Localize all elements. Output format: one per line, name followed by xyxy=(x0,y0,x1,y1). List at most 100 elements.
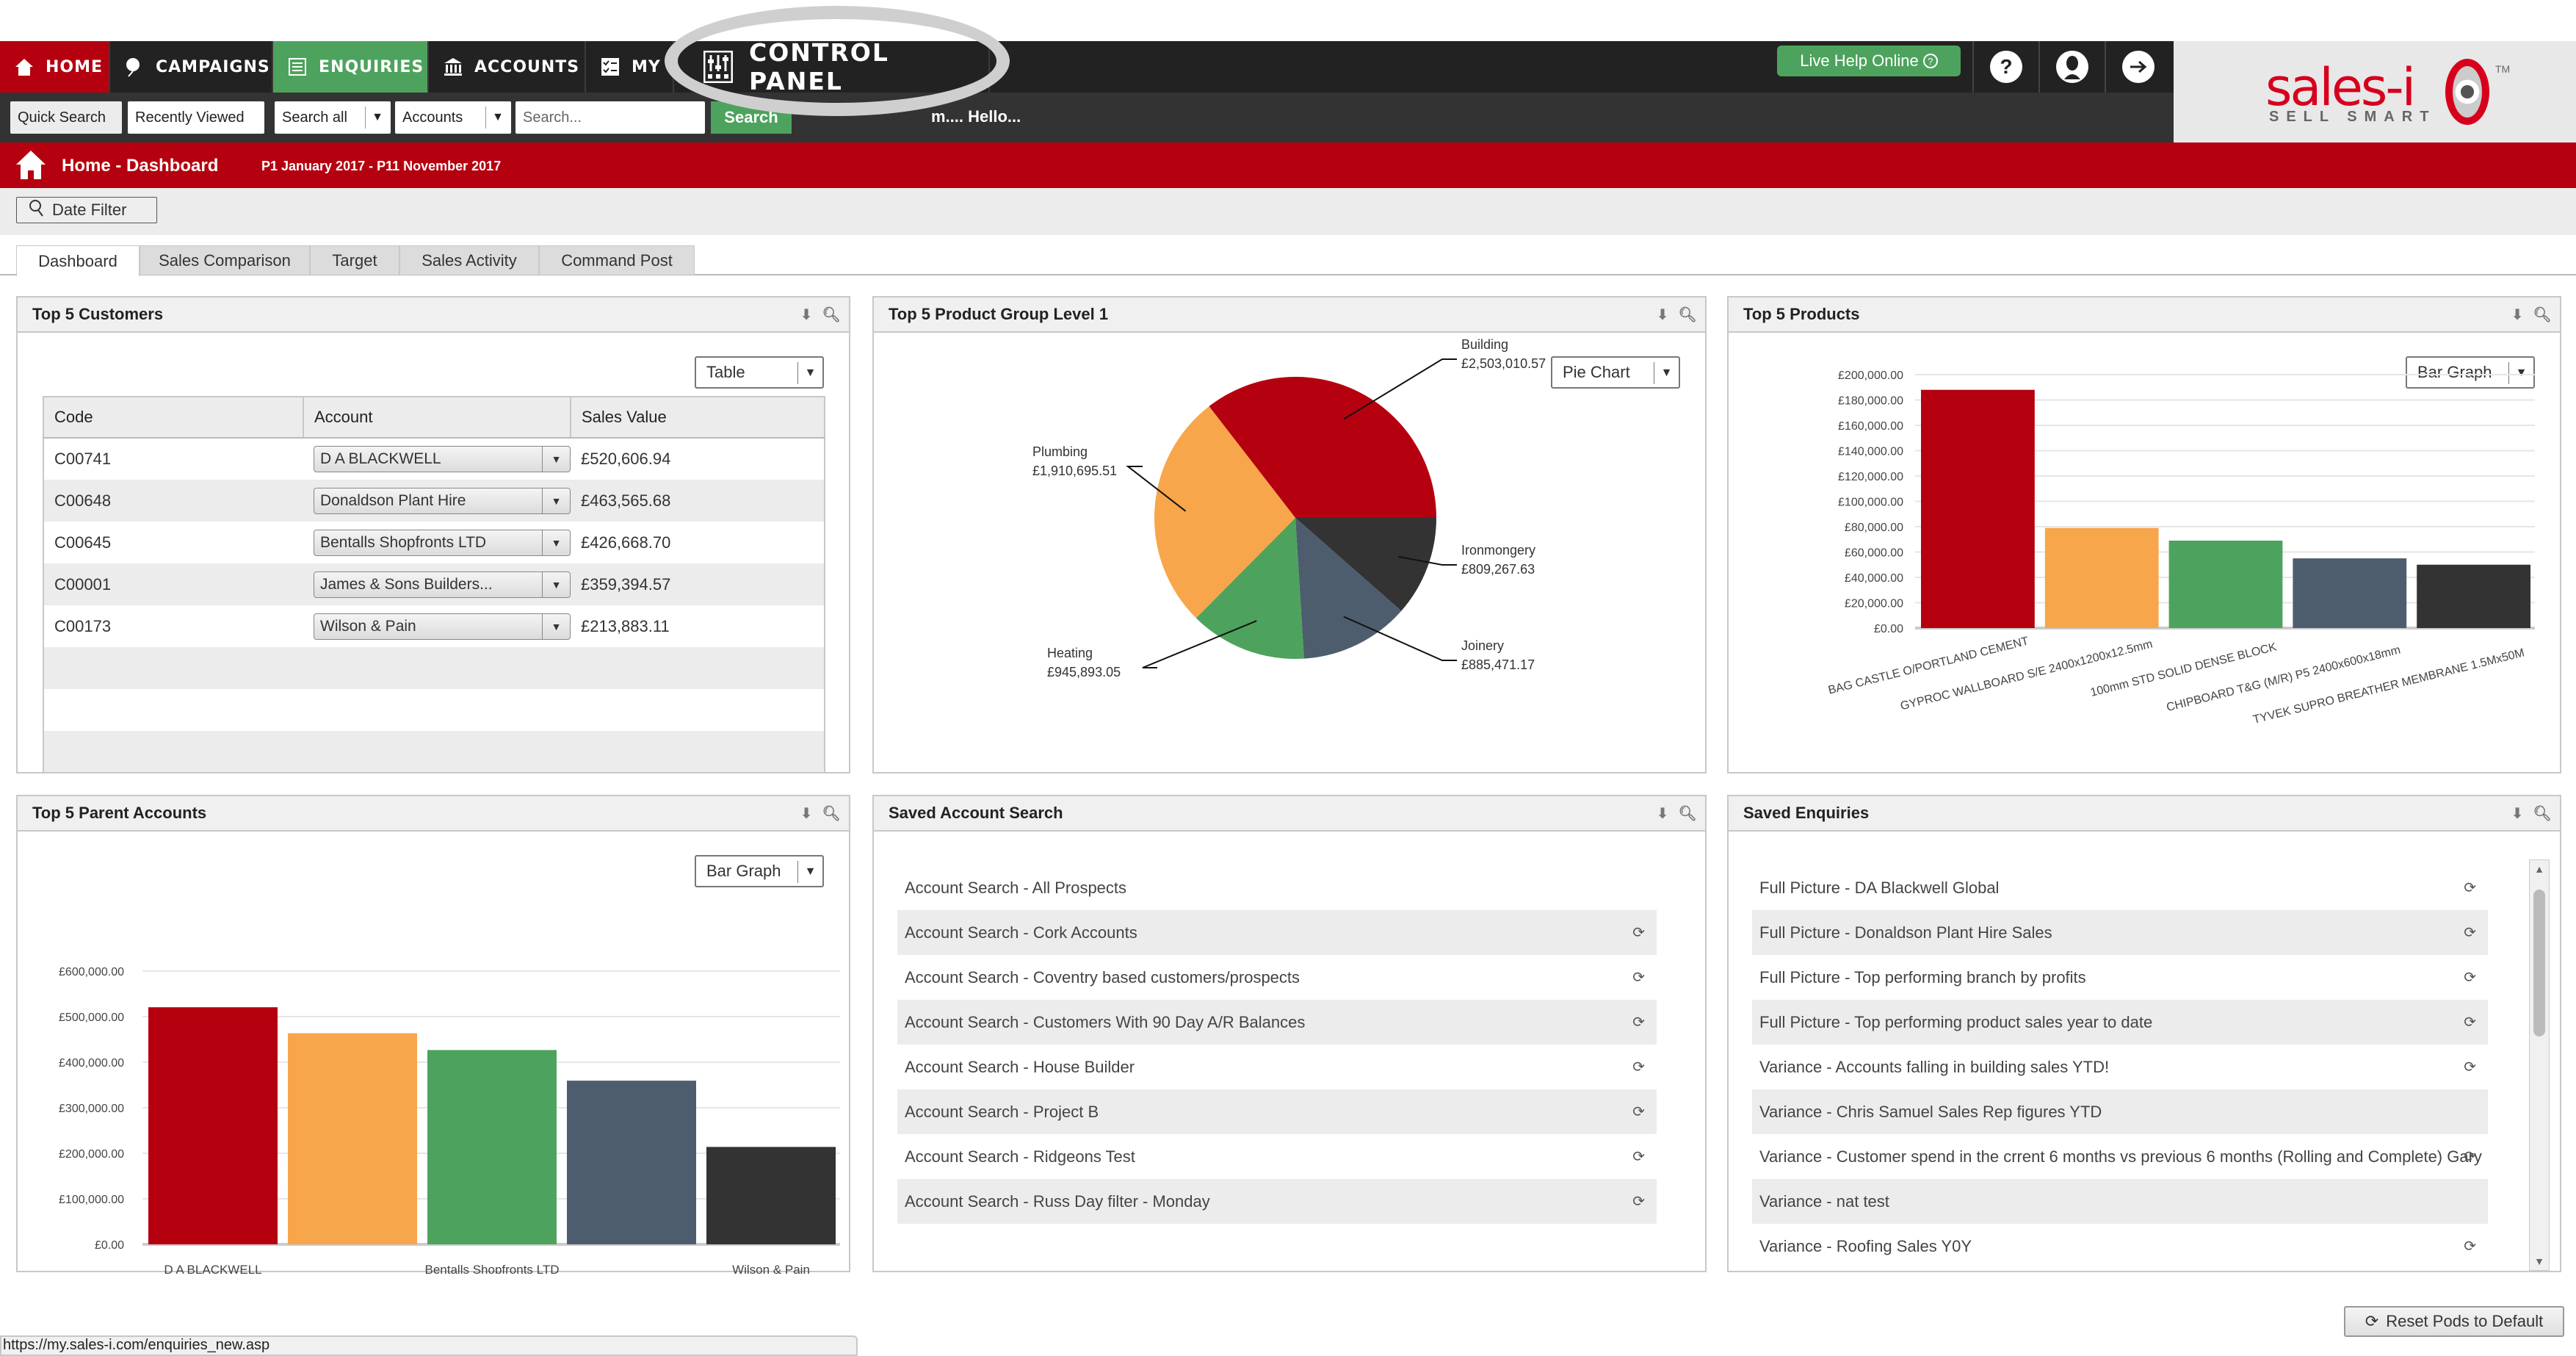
search-scope-select[interactable]: Search all ▼ xyxy=(275,101,391,134)
column-header-sales-value[interactable]: Sales Value xyxy=(571,397,825,439)
list-item[interactable]: Variance - nat test xyxy=(1752,1179,2488,1224)
pin-icon[interactable]: ⬇ xyxy=(1654,305,1671,324)
tab-target[interactable]: Target xyxy=(310,245,399,275)
list-item[interactable]: Account Search - Project B ⟳ xyxy=(897,1089,1657,1134)
refresh-icon[interactable]: ⟳ xyxy=(2464,879,2476,897)
view-type-value: Table xyxy=(706,363,745,381)
table-row[interactable]: C00173 Wilson & Pain ▼ £213,883.11 xyxy=(43,605,825,647)
refresh-icon: ⟳ xyxy=(2365,1312,2379,1330)
list-item[interactable]: Account Search - Russ Day filter - Monda… xyxy=(897,1179,1657,1224)
refresh-icon[interactable]: ⟳ xyxy=(1632,1103,1645,1121)
account-select[interactable]: Donaldson Plant Hire ▼ xyxy=(314,487,571,514)
pin-icon[interactable]: ⬇ xyxy=(1654,804,1671,823)
refresh-icon[interactable]: ⟳ xyxy=(1632,1192,1645,1211)
tab-dashboard[interactable]: Dashboard xyxy=(16,245,140,276)
list-item[interactable]: Variance - Roofing Sales Y0Y ⟳ xyxy=(1752,1224,2488,1269)
quick-search-button[interactable]: Quick Search xyxy=(10,101,122,134)
tab-sales-comparison[interactable]: Sales Comparison xyxy=(140,245,310,275)
table-row[interactable]: C00741 D A BLACKWELL ▼ £520,606.94 xyxy=(43,438,825,480)
help-button[interactable]: ? xyxy=(1972,41,2038,93)
refresh-icon[interactable]: ⟳ xyxy=(1632,968,1645,987)
list-item[interactable]: Full Picture - Top performing branch by … xyxy=(1752,955,2488,1000)
magnifier-icon[interactable]: 🔍︎ xyxy=(2533,305,2551,324)
search-scope-value: Search all xyxy=(282,109,347,126)
house-icon xyxy=(15,148,47,181)
list-item[interactable]: Variance - Accounts falling in building … xyxy=(1752,1045,2488,1089)
view-type-select[interactable]: Table ▼ xyxy=(695,356,824,389)
chevron-down-icon: ▼ xyxy=(542,447,570,472)
nav-control-panel[interactable]: CONTROL PANEL xyxy=(674,38,990,95)
pie-label-value: £945,893.05 xyxy=(1047,665,1121,679)
refresh-icon[interactable]: ⟳ xyxy=(1632,1147,1645,1166)
panel-header: Top 5 Products ⬇ 🔍︎ xyxy=(1729,297,2560,333)
table-row[interactable]: C00645 Bentalls Shopfronts LTD ▼ £426,668.7… xyxy=(43,522,825,563)
list-item[interactable]: Account Search - Cork Accounts ⟳ xyxy=(897,910,1657,955)
search-entity-select[interactable]: Accounts ▼ xyxy=(395,101,511,134)
refresh-icon[interactable]: ⟳ xyxy=(1632,923,1645,942)
scrollbar-thumb[interactable] xyxy=(2533,890,2545,1036)
magnifier-icon[interactable]: 🔍︎ xyxy=(2533,804,2551,823)
list-item[interactable]: Full Picture - Top performing product sa… xyxy=(1752,1000,2488,1045)
user-profile-button[interactable] xyxy=(2038,41,2105,93)
refresh-icon[interactable]: ⟳ xyxy=(2464,923,2476,942)
list-item[interactable]: Full Picture - DA Blackwell Global ⟳ xyxy=(1752,865,2488,910)
list-item[interactable]: Full Picture - Donaldson Plant Hire Sale… xyxy=(1752,910,2488,955)
list-item[interactable]: Account Search - Coventry based customer… xyxy=(897,955,1657,1000)
list-item[interactable]: Account Search - All Prospects xyxy=(897,865,1657,910)
bar-2 xyxy=(288,1033,417,1244)
list-item[interactable]: Account Search - House Builder ⟳ xyxy=(897,1045,1657,1089)
pin-icon[interactable]: ⬇ xyxy=(797,804,815,823)
account-select-value: D A BLACKWELL xyxy=(320,450,441,467)
list-item[interactable]: Account Search - Customers With 90 Day A… xyxy=(897,1000,1657,1045)
account-select[interactable]: Wilson & Pain ▼ xyxy=(314,613,571,640)
date-filter-button[interactable]: Date Filter xyxy=(16,197,157,223)
refresh-icon[interactable]: ⟳ xyxy=(1632,1013,1645,1031)
account-select[interactable]: James & Sons Builders... ▼ xyxy=(314,571,571,598)
recently-viewed-button[interactable]: Recently Viewed xyxy=(128,101,264,134)
scroll-up-icon[interactable]: ▲ xyxy=(2530,863,2549,875)
live-help-button[interactable]: Live Help Online ? xyxy=(1777,46,1961,76)
refresh-icon[interactable]: ⟳ xyxy=(2464,1147,2476,1166)
search-input[interactable]: Search... xyxy=(515,101,705,134)
list-item[interactable]: Variance - Chris Samuel Sales Rep figure… xyxy=(1752,1089,2488,1134)
pin-icon[interactable]: ⬇ xyxy=(797,305,815,324)
magnifier-icon[interactable]: 🔍︎ xyxy=(822,305,840,324)
column-header-code[interactable]: Code xyxy=(43,397,304,439)
nav-campaigns[interactable]: CAMPAIGNS xyxy=(110,41,273,93)
refresh-icon[interactable]: ⟳ xyxy=(2464,1058,2476,1076)
help-icon: ? xyxy=(1990,51,2022,83)
nav-enquiries[interactable]: ENQUIRIES xyxy=(273,41,429,93)
pin-icon[interactable]: ⬇ xyxy=(2508,804,2526,823)
refresh-icon[interactable]: ⟳ xyxy=(2464,1237,2476,1255)
scroll-down-icon[interactable]: ▼ xyxy=(2530,1255,2549,1267)
search-button[interactable]: Search xyxy=(711,101,792,134)
magnifier-icon[interactable]: 🔍︎ xyxy=(1678,305,1696,324)
nav-home[interactable]: HOME xyxy=(0,41,110,93)
y-tick-label: £140,000.00 xyxy=(1838,446,1903,458)
list-item[interactable]: Account Search - Ridgeons Test ⟳ xyxy=(897,1134,1657,1179)
logout-button[interactable] xyxy=(2105,41,2171,93)
refresh-icon[interactable]: ⟳ xyxy=(2464,968,2476,987)
table-row[interactable]: C00648 Donaldson Plant Hire ▼ £463,565.68 xyxy=(43,480,825,522)
column-header-account[interactable]: Account xyxy=(303,397,571,439)
magnifier-icon[interactable]: 🔍︎ xyxy=(822,804,840,823)
reset-pods-button[interactable]: ⟳ Reset Pods to Default xyxy=(2344,1306,2564,1337)
saved-enquiries-panel: Saved Enquiries ⬇ 🔍︎ Full Picture - DA Bl… xyxy=(1727,795,2561,1272)
refresh-icon[interactable]: ⟳ xyxy=(1632,1058,1645,1076)
nav-accounts[interactable]: ACCOUNTS xyxy=(429,41,586,93)
list-item-label: Variance - Chris Samuel Sales Rep figure… xyxy=(1759,1102,2102,1121)
tab-sales-activity[interactable]: Sales Activity xyxy=(399,245,539,275)
table-row[interactable]: C00001 James & Sons Builders... ▼ £359,394.… xyxy=(43,563,825,605)
list-item-label: Variance - Accounts falling in building … xyxy=(1759,1057,2110,1076)
list-item[interactable]: Variance - Customer spend in the crrent … xyxy=(1752,1134,2488,1179)
magnifier-icon[interactable]: 🔍︎ xyxy=(1678,804,1696,823)
scrollbar[interactable]: ▲ ▼ xyxy=(2529,859,2550,1271)
y-tick-label: £600,000.00 xyxy=(59,966,124,978)
tab-command-post[interactable]: Command Post xyxy=(539,245,695,275)
nav-my[interactable]: MY xyxy=(586,41,674,93)
refresh-icon[interactable]: ⟳ xyxy=(2464,1013,2476,1031)
x-tick-label: GYPROC WALLBOARD S/E 2400x1200x12.5mm xyxy=(1899,638,2154,713)
pin-icon[interactable]: ⬇ xyxy=(2508,305,2526,324)
account-select[interactable]: Bentalls Shopfronts LTD ▼ xyxy=(314,529,571,556)
account-select[interactable]: D A BLACKWELL ▼ xyxy=(314,446,571,472)
